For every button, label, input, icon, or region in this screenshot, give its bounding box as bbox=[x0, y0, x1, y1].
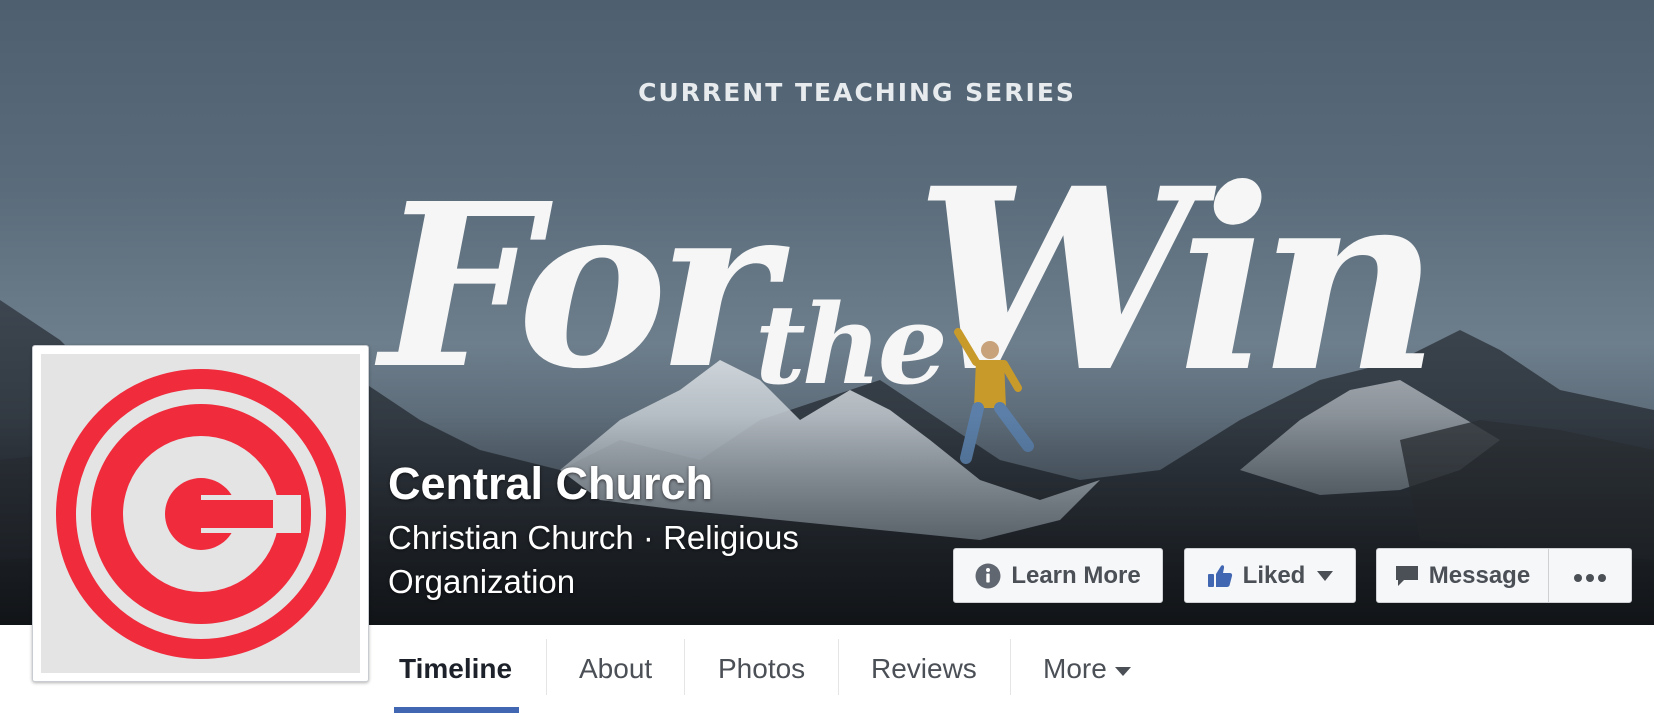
info-icon bbox=[975, 563, 1001, 589]
chevron-down-icon bbox=[1114, 666, 1131, 676]
ellipsis-icon bbox=[1573, 562, 1607, 590]
liked-button[interactable]: Liked bbox=[1184, 548, 1356, 603]
learn-more-label: Learn More bbox=[1011, 561, 1141, 589]
tab-photos[interactable]: Photos bbox=[718, 625, 805, 713]
message-button[interactable]: Message bbox=[1376, 548, 1549, 603]
church-logo bbox=[41, 354, 360, 673]
tab-divider bbox=[838, 639, 839, 695]
cover-kicker-text: CURRENT TEACHING SERIES bbox=[638, 78, 1076, 107]
tab-divider bbox=[546, 639, 547, 695]
tab-more[interactable]: More bbox=[1043, 625, 1131, 713]
liked-label: Liked bbox=[1242, 561, 1306, 589]
tab-timeline[interactable]: Timeline bbox=[399, 625, 512, 713]
profile-picture[interactable] bbox=[32, 345, 369, 682]
active-tab-indicator bbox=[394, 707, 519, 713]
tab-about[interactable]: About bbox=[579, 625, 652, 713]
page-category: Christian Church · Religious Organizatio… bbox=[388, 519, 799, 600]
chevron-down-icon bbox=[1317, 570, 1334, 581]
message-label: Message bbox=[1428, 561, 1531, 589]
tab-reviews[interactable]: Reviews bbox=[871, 625, 977, 713]
tab-divider bbox=[684, 639, 685, 695]
more-options-button[interactable] bbox=[1548, 548, 1632, 603]
cover-title-for: For bbox=[380, 155, 776, 419]
tab-more-label: More bbox=[1043, 653, 1107, 684]
message-icon bbox=[1395, 564, 1419, 588]
learn-more-button[interactable]: Learn More bbox=[953, 548, 1163, 603]
page-title[interactable]: Central Church bbox=[388, 458, 713, 510]
tab-divider bbox=[1010, 639, 1011, 695]
thumbs-up-icon bbox=[1207, 563, 1233, 589]
